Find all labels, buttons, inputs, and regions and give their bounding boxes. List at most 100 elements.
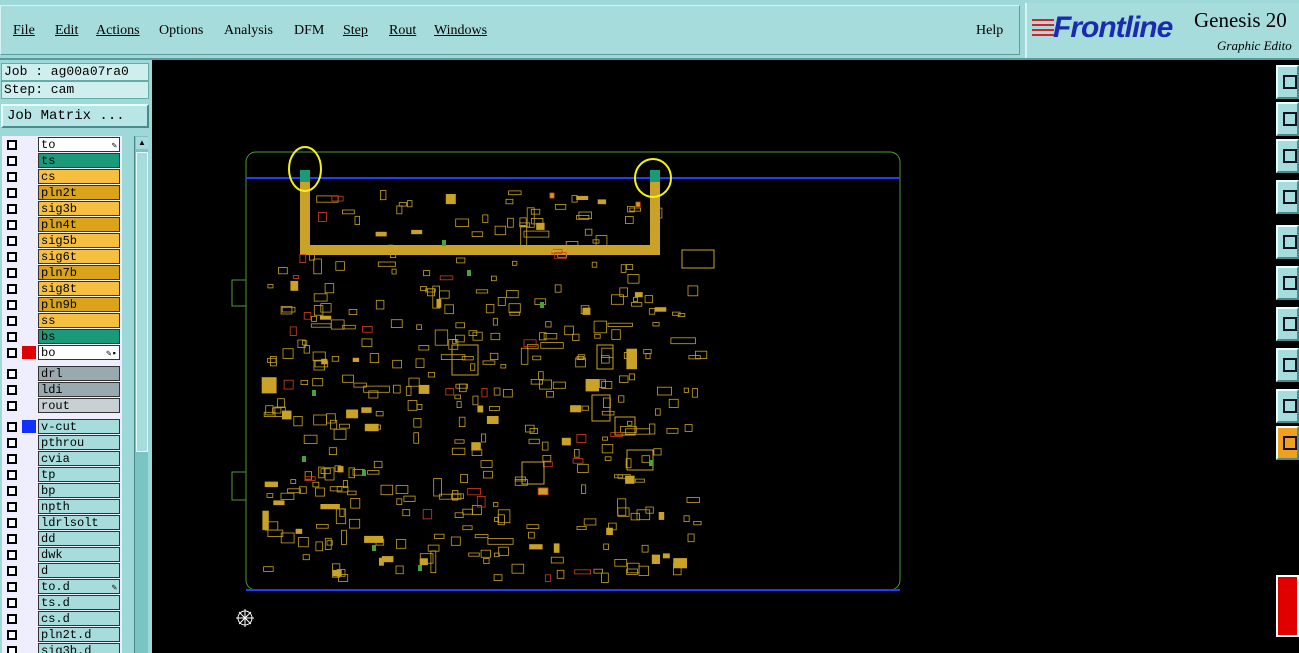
- layer-row-pln2t.d[interactable]: pln2t.d: [2, 627, 122, 642]
- layer-checkbox[interactable]: [7, 646, 17, 653]
- layer-row-rout[interactable]: rout: [2, 398, 122, 413]
- layer-checkbox[interactable]: [7, 252, 17, 262]
- layer-name[interactable]: pln7b: [38, 265, 120, 280]
- layer-name[interactable]: pln9b: [38, 297, 120, 312]
- layer-row-pln2t[interactable]: pln2t: [2, 185, 122, 200]
- layer-name[interactable]: ts.d: [38, 595, 120, 610]
- measure-tool-button[interactable]: [1276, 348, 1299, 382]
- layer-name[interactable]: pthrou: [38, 435, 120, 450]
- layer-name[interactable]: dd: [38, 531, 120, 546]
- menu-windows[interactable]: Windows: [434, 23, 487, 39]
- layer-row-drl[interactable]: drl: [2, 366, 122, 381]
- menu-options[interactable]: Options: [159, 23, 203, 39]
- layer-name[interactable]: ss: [38, 313, 120, 328]
- layer-checkbox[interactable]: [7, 236, 17, 246]
- layer-row-sig5b[interactable]: sig5b: [2, 233, 122, 248]
- layer-name[interactable]: sig3b.d: [38, 643, 120, 653]
- layer-name[interactable]: sig8t: [38, 281, 120, 296]
- menu-dfm[interactable]: DFM: [294, 23, 324, 39]
- layer-row-to[interactable]: to ✎: [2, 137, 122, 152]
- layer-checkbox[interactable]: [7, 172, 17, 182]
- layer-row-ts.d[interactable]: ts.d: [2, 595, 122, 610]
- layer-name[interactable]: pln2t: [38, 185, 120, 200]
- connect-tool-button[interactable]: [1276, 266, 1299, 300]
- layer-name[interactable]: tp: [38, 467, 120, 482]
- layer-row-sig3b[interactable]: sig3b: [2, 201, 122, 216]
- menu-help[interactable]: Help: [976, 23, 1003, 39]
- menu-file[interactable]: File: [13, 23, 35, 39]
- layer-name[interactable]: cs.d: [38, 611, 120, 626]
- pointer-tool-button[interactable]: [1276, 426, 1299, 460]
- scroll-up-arrow-icon[interactable]: ▲: [136, 137, 148, 149]
- menu-actions[interactable]: Actions: [96, 23, 140, 39]
- scroll-thumb[interactable]: [136, 152, 148, 452]
- layer-list-scrollbar[interactable]: ▲: [134, 136, 148, 653]
- layer-checkbox[interactable]: [7, 550, 17, 560]
- menu-step[interactable]: Step: [343, 23, 368, 39]
- layer-name[interactable]: npth: [38, 499, 120, 514]
- layer-name[interactable]: v-cut: [38, 419, 120, 434]
- layer-checkbox[interactable]: [7, 220, 17, 230]
- layer-row-cvia[interactable]: cvia: [2, 451, 122, 466]
- layer-name[interactable]: pln4t: [38, 217, 120, 232]
- layer-row-ts[interactable]: ts: [2, 153, 122, 168]
- layer-checkbox[interactable]: [7, 438, 17, 448]
- layer-checkbox[interactable]: [7, 385, 17, 395]
- menu-edit[interactable]: Edit: [55, 23, 78, 39]
- layer-row-pln9b[interactable]: pln9b: [2, 297, 122, 312]
- rotate-tool-button[interactable]: [1276, 180, 1299, 214]
- layer-name[interactable]: rout: [38, 398, 120, 413]
- layer-name[interactable]: cvia: [38, 451, 120, 466]
- layer-row-pln4t[interactable]: pln4t: [2, 217, 122, 232]
- layer-checkbox[interactable]: [7, 470, 17, 480]
- layer-checkbox[interactable]: [7, 630, 17, 640]
- layer-checkbox[interactable]: [7, 284, 17, 294]
- layer-name[interactable]: to.d ✎: [38, 579, 120, 594]
- layer-row-cs[interactable]: cs: [2, 169, 122, 184]
- graphic-canvas[interactable]: [152, 60, 1272, 653]
- layer-checkbox[interactable]: [7, 582, 17, 592]
- layer-name[interactable]: ldi: [38, 382, 120, 397]
- layer-checkbox[interactable]: [7, 268, 17, 278]
- layer-row-sig3b.d[interactable]: sig3b.d: [2, 643, 122, 653]
- layer-row-cs.d[interactable]: cs.d: [2, 611, 122, 626]
- select-box-tool-button[interactable]: [1276, 225, 1299, 259]
- layer-row-dwk[interactable]: dwk: [2, 547, 122, 562]
- menu-rout[interactable]: Rout: [389, 23, 416, 39]
- layer-row-to.d[interactable]: to.d ✎: [2, 579, 122, 594]
- triangle-tool-button[interactable]: [1276, 389, 1299, 423]
- layer-checkbox[interactable]: [7, 566, 17, 576]
- layer-name[interactable]: sig3b: [38, 201, 120, 216]
- layer-row-bp[interactable]: bp: [2, 483, 122, 498]
- layer-row-pln7b[interactable]: pln7b: [2, 265, 122, 280]
- menu-analysis[interactable]: Analysis: [224, 23, 273, 39]
- layer-name[interactable]: dwk: [38, 547, 120, 562]
- pcb-board-view[interactable]: [152, 60, 1272, 653]
- line-tool-button[interactable]: [1276, 307, 1299, 341]
- layer-checkbox[interactable]: [7, 156, 17, 166]
- layer-row-d[interactable]: d: [2, 563, 122, 578]
- layer-name[interactable]: sig5b: [38, 233, 120, 248]
- layer-checkbox[interactable]: [7, 502, 17, 512]
- layer-row-ss[interactable]: ss: [2, 313, 122, 328]
- layer-row-v-cut[interactable]: v-cut: [2, 419, 122, 434]
- layer-checkbox[interactable]: [7, 348, 17, 358]
- zoom-fit-tool-button[interactable]: [1276, 139, 1299, 173]
- layer-name[interactable]: pln2t.d: [38, 627, 120, 642]
- layer-checkbox[interactable]: [7, 422, 17, 432]
- layer-checkbox[interactable]: [7, 486, 17, 496]
- layer-row-pthrou[interactable]: pthrou: [2, 435, 122, 450]
- layer-name[interactable]: to ✎: [38, 137, 120, 152]
- layer-checkbox[interactable]: [7, 534, 17, 544]
- layer-name[interactable]: sig6t: [38, 249, 120, 264]
- layer-checkbox[interactable]: [7, 300, 17, 310]
- layer-checkbox[interactable]: [7, 316, 17, 326]
- layer-checkbox[interactable]: [7, 518, 17, 528]
- layer-checkbox[interactable]: [7, 614, 17, 624]
- paste-tool-button[interactable]: [1276, 65, 1299, 99]
- layer-row-bs[interactable]: bs: [2, 329, 122, 344]
- layer-row-bo[interactable]: bo ✎▪: [2, 345, 122, 360]
- layer-name[interactable]: bp: [38, 483, 120, 498]
- layer-row-ldrlsolt[interactable]: ldrlsolt: [2, 515, 122, 530]
- layer-checkbox[interactable]: [7, 454, 17, 464]
